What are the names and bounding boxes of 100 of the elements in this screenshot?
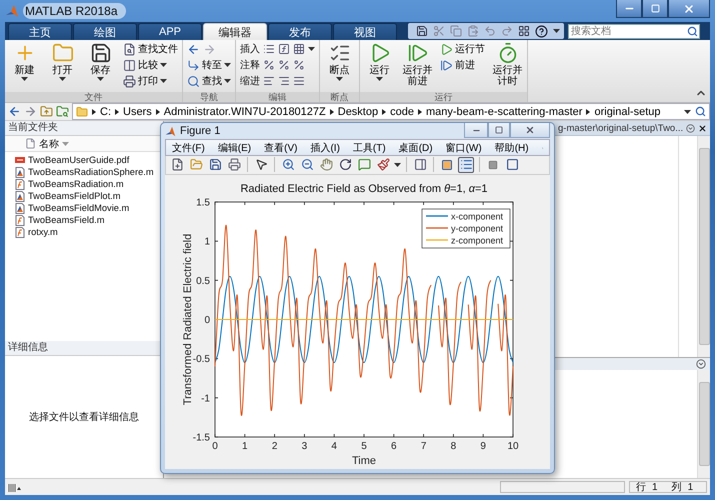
ribbon-label[interactable]: 缩进 [240, 74, 260, 88]
y-axis-label: Transformed Radiated Electric field [182, 234, 194, 406]
step-forward-icon [406, 42, 428, 64]
percent-icon[interactable] [293, 59, 305, 71]
search-icon[interactable] [695, 106, 706, 117]
menu-item[interactable]: 编辑(E) [218, 140, 252, 155]
print-button[interactable] [226, 156, 242, 173]
ribbon-button[interactable]: 转至 [187, 58, 231, 72]
percent-icon[interactable] [278, 59, 290, 71]
menu-item[interactable]: 插入(I) [310, 140, 340, 155]
menu-item[interactable]: 查看(V) [264, 140, 298, 155]
close-button[interactable] [668, 0, 710, 18]
path-segment[interactable]: Users [123, 106, 152, 118]
ribbon-button[interactable]: 运行并前进 [402, 42, 433, 87]
zoom-in-button[interactable] [280, 156, 296, 173]
file-item[interactable]: rotxy.m [28, 227, 58, 237]
ribbon-button[interactable]: 比较 [123, 58, 178, 72]
file-item[interactable]: TwoBeamsRadiationSphere.m [28, 167, 154, 177]
ribbon-button[interactable]: 打印 [123, 74, 178, 88]
function-file-icon [15, 226, 25, 238]
brush-button[interactable] [375, 156, 391, 173]
file-item[interactable]: TwoBeamsField.m [28, 215, 104, 225]
column-label: 名称 [39, 138, 59, 150]
folder-up-icon[interactable] [40, 105, 53, 118]
ribbon-button[interactable]: 前进 [440, 58, 485, 72]
path-segment[interactable]: original-setup [594, 106, 661, 118]
status-grip-icon[interactable] [8, 482, 22, 492]
save-icon[interactable] [416, 25, 428, 37]
ribbon-button[interactable]: 查找 [187, 74, 231, 88]
ribbon-tab[interactable]: 发布 [268, 23, 332, 40]
file-item[interactable]: TwoBeamsFieldMovie.m [28, 203, 130, 213]
legend-label: z-component [451, 235, 504, 246]
path-segment[interactable]: Administrator.WIN7U-20180127Z [164, 106, 326, 118]
ribbon-tab[interactable]: APP [138, 23, 202, 40]
file-item[interactable]: TwoBeamsRadiation.m [28, 179, 124, 189]
close-icon[interactable] [698, 124, 708, 132]
ribbon-button[interactable]: 断点 [324, 42, 355, 81]
align-right-icon[interactable] [278, 75, 290, 87]
scrollbar[interactable] [697, 136, 710, 357]
layout-icon[interactable] [518, 25, 530, 37]
path-segment[interactable]: Desktop [338, 106, 378, 118]
ribbon-button[interactable]: 运行并计时 [492, 42, 523, 87]
align-left-icon[interactable] [263, 75, 275, 87]
ribbon-label[interactable]: 注释 [240, 58, 260, 72]
ribbon-tab[interactable]: 绘图 [73, 23, 137, 40]
ribbon-label[interactable]: 插入 [240, 42, 260, 56]
x-tick-label: 3 [302, 440, 308, 452]
ribbon-button[interactable]: 查找文件 [123, 42, 178, 56]
ribbon-tab[interactable]: 编辑器 [203, 23, 267, 40]
back-arrow-icon[interactable] [187, 42, 200, 56]
rotate-button[interactable] [337, 156, 353, 173]
align-justify-icon[interactable] [293, 75, 305, 87]
dropdown-icon[interactable] [696, 359, 706, 369]
path-segment[interactable]: many-beam-e-scattering-master [426, 106, 582, 118]
path-segment[interactable]: C: [100, 106, 111, 118]
column-value: 1 [688, 482, 694, 492]
percent-icon[interactable] [263, 59, 275, 71]
pdf-file-icon [15, 155, 25, 165]
menu-item[interactable]: 文件(F) [172, 140, 205, 155]
y-tick-label: 1 [204, 236, 210, 248]
dropdown-icon[interactable] [686, 124, 696, 132]
chevron-icon [418, 108, 422, 114]
legend-button[interactable] [458, 156, 474, 173]
path-segment[interactable]: code [390, 106, 414, 118]
ribbon-tab[interactable]: 主页 [8, 23, 72, 40]
y-tick-label: 0 [204, 314, 210, 326]
ribbon-button[interactable]: 运行节 [440, 42, 485, 56]
save-button[interactable] [207, 156, 223, 173]
restore-button[interactable] [488, 123, 510, 138]
ribbon-button[interactable]: 打开 [47, 42, 78, 81]
file-item[interactable]: TwoBeamsFieldPlot.m [28, 191, 120, 201]
search-field[interactable]: 搜索文档 [568, 24, 700, 38]
forward-arrow-icon[interactable] [24, 105, 37, 118]
address-field[interactable]: C: Users Administrator.WIN7U-20180127Z Desktop code many-beam-e-scattering-master original-setup [72, 103, 710, 120]
menu-item[interactable]: 桌面(D) [398, 140, 433, 155]
ribbon-tab[interactable]: 视图 [333, 23, 397, 40]
grid-icon[interactable] [293, 43, 305, 55]
minimize-button[interactable] [616, 0, 642, 18]
function-icon[interactable] [278, 43, 290, 55]
column-header[interactable]: 名称 [5, 136, 163, 152]
editor-title[interactable]: g-master\original-setup\Two... [558, 122, 684, 134]
panel-title: 详细信息 [5, 341, 163, 356]
scrollbar[interactable] [697, 370, 710, 478]
ribbon-button[interactable]: 新建 [9, 42, 40, 81]
maximize-button[interactable] [642, 0, 668, 18]
y-tick-label: 1.5 [196, 197, 210, 208]
caret-icon [553, 29, 560, 33]
x-tick-label: 9 [480, 440, 486, 452]
ribbon-button[interactable]: 运行 [364, 42, 395, 81]
menu-item[interactable]: 帮助(H) [494, 140, 529, 155]
menu-item[interactable]: 窗口(W) [446, 140, 482, 155]
folder-search-icon[interactable] [56, 105, 69, 118]
back-arrow-icon[interactable] [8, 105, 21, 118]
file-item[interactable]: TwoBeamUserGuide.pdf [28, 155, 130, 165]
help-icon[interactable] [535, 24, 548, 38]
menu-item[interactable]: 工具(T) [352, 140, 386, 155]
ribbon-button[interactable]: 保存 [85, 42, 116, 81]
zoom-out-button[interactable] [299, 156, 315, 173]
search-icon[interactable] [687, 26, 698, 36]
close-button[interactable] [510, 123, 550, 138]
